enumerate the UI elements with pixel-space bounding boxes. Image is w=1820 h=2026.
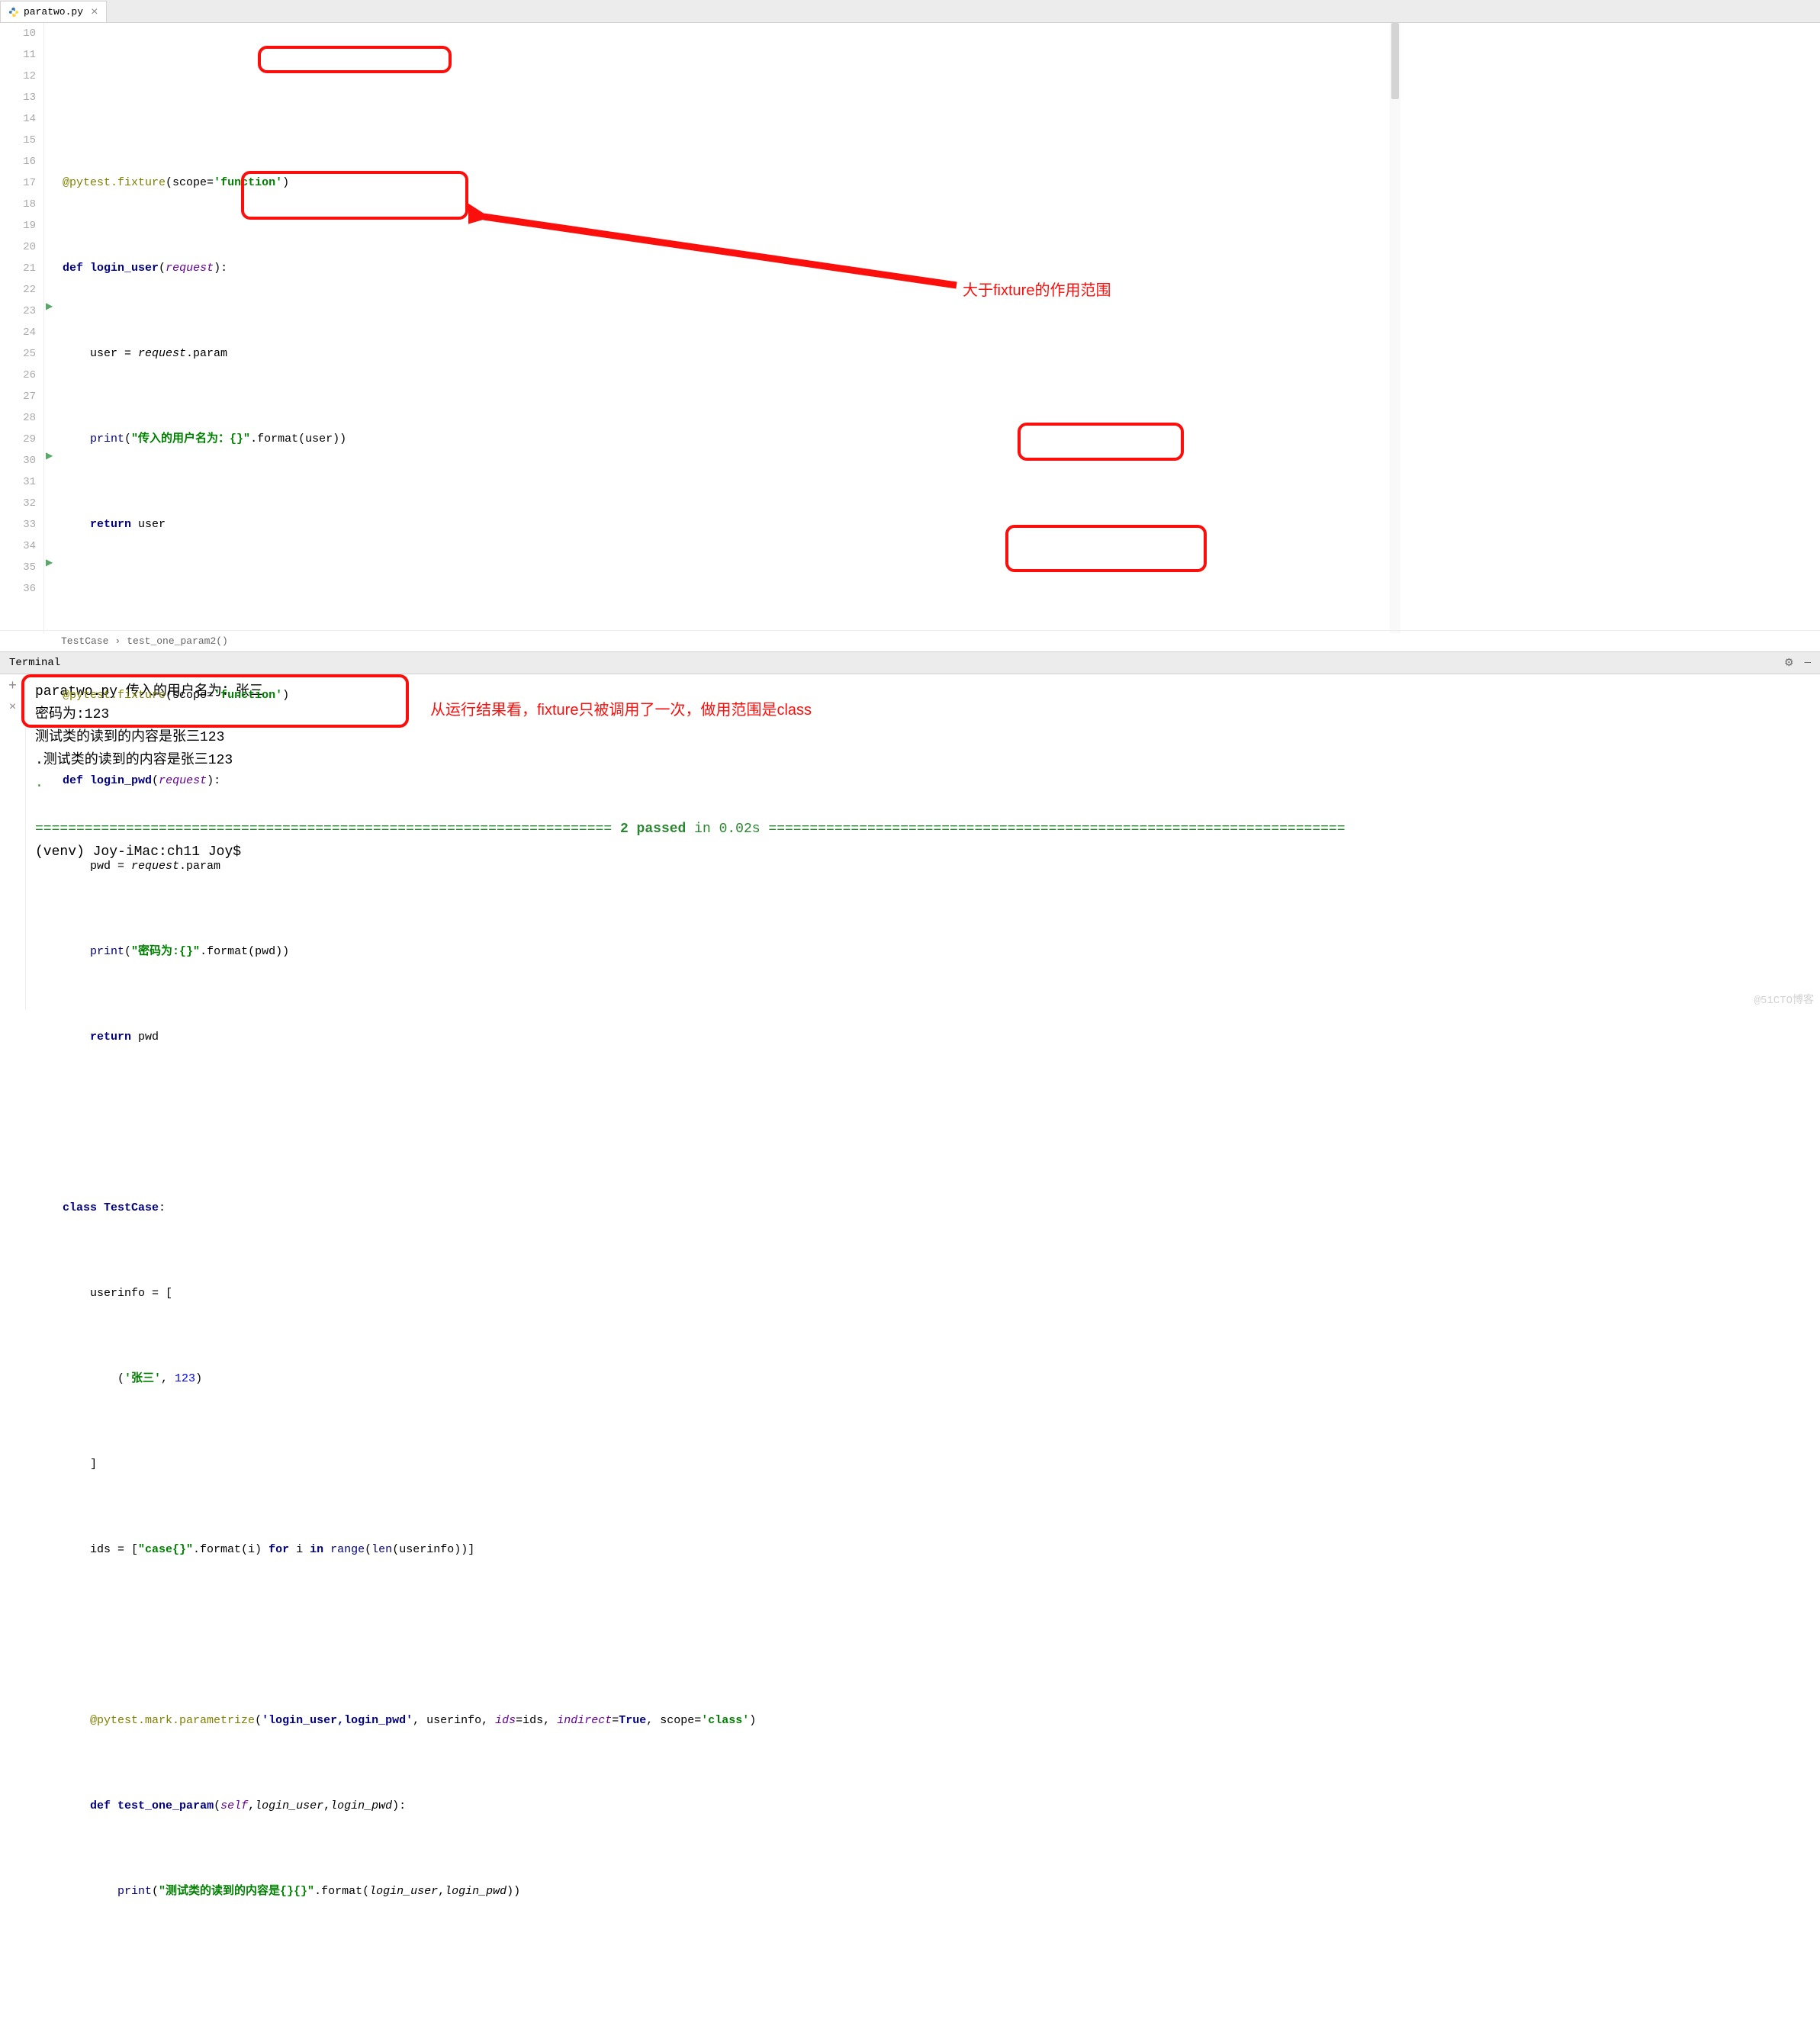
tab-bar: paratwo.py × <box>0 0 1820 23</box>
line-number: 14 <box>0 108 36 130</box>
gear-icon[interactable]: ⚙ <box>1784 657 1794 670</box>
line-number: 33 <box>0 514 36 535</box>
decorator: @pytest.fixture <box>63 176 166 189</box>
close-session-icon[interactable]: × <box>9 700 17 714</box>
term-line: 测试类的读到的内容是张三123 <box>35 726 1811 749</box>
scrollbar-thumb[interactable] <box>1391 23 1399 99</box>
line-number: 25 <box>0 343 36 365</box>
line-number: 29 <box>0 429 36 450</box>
line-number: 21 <box>0 258 36 279</box>
line-number: 19 <box>0 215 36 236</box>
term-line: .测试类的读到的内容是张三123 <box>35 749 1811 772</box>
terminal-content[interactable]: paratwo.py 传入的用户名为：张三 密码为:123 测试类的读到的内容是… <box>26 674 1820 1010</box>
annotation-text: 大于fixture的作用范围 <box>963 278 1111 300</box>
file-tab[interactable]: paratwo.py × <box>0 1 107 22</box>
annotation-text: 从运行结果看，fixture只被调用了一次，做用范围是class <box>430 699 812 722</box>
line-number: 10 <box>0 23 36 44</box>
decorator: @pytest.fixture <box>63 689 166 702</box>
term-line: . <box>35 772 1811 795</box>
terminal-header: Terminal ⚙ — <box>0 651 1820 674</box>
line-number: 20 <box>0 236 36 258</box>
line-gutter: 1011121314151617181920212223242526272829… <box>0 23 44 633</box>
term-prompt: (venv) Joy-iMac:ch11 Joy$ <box>35 841 1811 863</box>
line-number: 12 <box>0 66 36 87</box>
run-marker[interactable]: ▶ <box>46 450 53 461</box>
breadcrumb-method[interactable]: test_one_param2() <box>127 635 228 647</box>
line-number: 28 <box>0 407 36 429</box>
line-number: 18 <box>0 194 36 215</box>
line-number: 24 <box>0 322 36 343</box>
line-number: 36 <box>0 578 36 600</box>
line-number: 17 <box>0 172 36 194</box>
line-number: 31 <box>0 471 36 493</box>
terminal-body: + × paratwo.py 传入的用户名为：张三 密码为:123 测试类的读到… <box>0 674 1820 1010</box>
line-number: 23 <box>0 301 36 322</box>
line-number: 22 <box>0 279 36 301</box>
line-number: 26 <box>0 365 36 386</box>
line-number: 30 <box>0 450 36 471</box>
run-marker[interactable]: ▶ <box>46 557 53 568</box>
line-number: 11 <box>0 44 36 66</box>
code-area[interactable]: @pytest.fixture(scope='function') def lo… <box>44 23 1820 633</box>
terminal-title[interactable]: Terminal <box>9 657 60 669</box>
line-number: 27 <box>0 386 36 407</box>
breadcrumb: TestCase › test_one_param2() <box>0 630 1820 651</box>
line-number: 35 <box>0 557 36 578</box>
vertical-scrollbar[interactable] <box>1390 23 1400 633</box>
chevron-icon: › <box>114 635 121 647</box>
line-number: 16 <box>0 151 36 172</box>
minimize-icon[interactable]: — <box>1805 657 1811 670</box>
line-number: 34 <box>0 535 36 557</box>
breadcrumb-class[interactable]: TestCase <box>61 635 108 647</box>
editor: 1011121314151617181920212223242526272829… <box>0 23 1820 633</box>
watermark: @51CTO博客 <box>1754 992 1814 1007</box>
close-tab-icon[interactable]: × <box>91 5 98 19</box>
terminal-gutter: + × <box>0 674 26 1010</box>
add-session-icon[interactable]: + <box>8 679 17 694</box>
term-line: 密码为:123 <box>35 703 1811 726</box>
line-number: 32 <box>0 493 36 514</box>
term-pass-line: ========================================… <box>35 818 1811 841</box>
tab-filename: paratwo.py <box>24 6 83 18</box>
term-line: paratwo.py 传入的用户名为：张三 <box>35 680 1811 703</box>
line-number: 15 <box>0 130 36 151</box>
python-file-icon <box>8 7 19 18</box>
run-marker[interactable]: ▶ <box>46 301 53 312</box>
line-number: 13 <box>0 87 36 108</box>
